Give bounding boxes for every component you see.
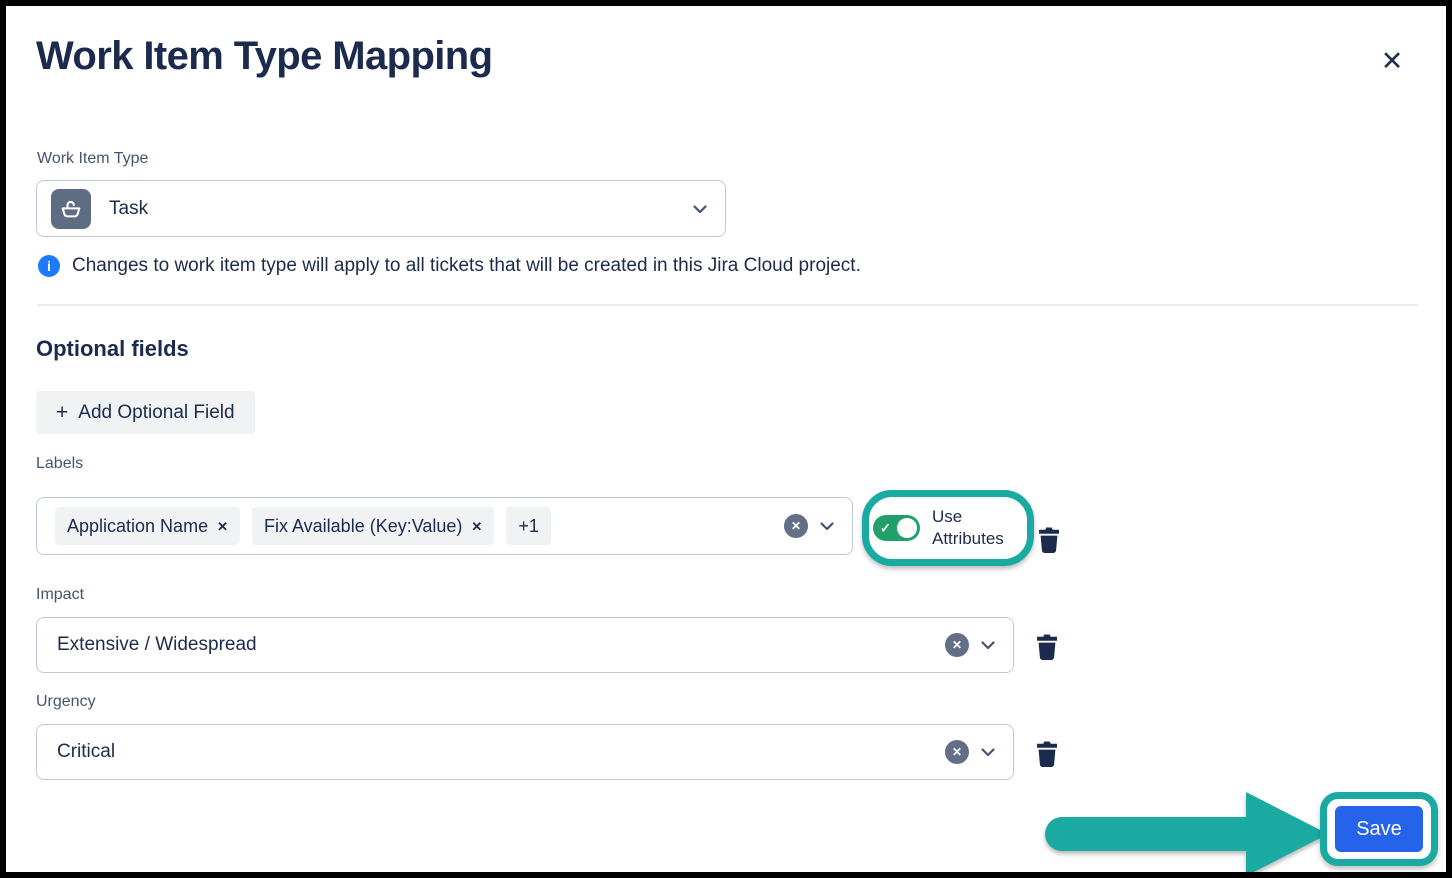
trash-icon [1037, 527, 1061, 554]
close-icon: ✕ [1381, 48, 1404, 75]
optional-fields-heading: Optional fields [36, 336, 189, 362]
trash-icon [1035, 634, 1059, 661]
info-banner: i Changes to work item type will apply t… [38, 255, 1138, 277]
plus-icon: + [56, 402, 68, 423]
close-button[interactable]: ✕ [1376, 45, 1408, 77]
urgency-value: Critical [57, 741, 115, 763]
chevron-down-icon [818, 517, 836, 535]
save-annotation-ring: Save [1320, 792, 1438, 866]
impact-select[interactable]: Extensive / Widespread ✕ [36, 617, 1014, 673]
label-chip-text: Fix Available (Key:Value) [264, 516, 462, 537]
save-button[interactable]: Save [1335, 806, 1423, 852]
use-attributes-toggle[interactable]: ✓ [873, 515, 920, 541]
use-attributes-label: Use Attributes [932, 506, 1004, 550]
chevron-down-icon [979, 636, 997, 654]
label-chip: Fix Available (Key:Value) ✕ [252, 507, 494, 545]
work-item-type-select[interactable]: Task [36, 180, 726, 237]
delete-labels-field-button[interactable] [1037, 527, 1061, 554]
impact-value: Extensive / Widespread [57, 634, 257, 656]
trash-icon [1035, 741, 1059, 768]
label-chip-overflow: +1 [506, 507, 551, 545]
label-chip-text: Application Name [67, 516, 208, 537]
chevron-down-icon [979, 743, 997, 761]
clear-selection-icon[interactable]: ✕ [945, 633, 969, 657]
check-icon: ✓ [880, 522, 891, 535]
labels-field-label: Labels [36, 455, 83, 473]
add-optional-field-label: Add Optional Field [78, 402, 234, 424]
task-type-icon [51, 189, 91, 229]
add-optional-field-button[interactable]: + Add Optional Field [36, 391, 255, 434]
urgency-field-label: Urgency [36, 693, 96, 711]
delete-urgency-field-button[interactable] [1035, 741, 1059, 768]
chip-remove-icon[interactable]: ✕ [471, 520, 482, 533]
urgency-select[interactable]: Critical ✕ [36, 724, 1014, 780]
chip-remove-icon[interactable]: ✕ [217, 520, 228, 533]
info-banner-text: Changes to work item type will apply to … [72, 255, 861, 277]
labels-multiselect[interactable]: Application Name ✕ Fix Available (Key:Va… [36, 497, 853, 555]
clear-selection-icon[interactable]: ✕ [784, 514, 808, 538]
section-divider [37, 304, 1418, 306]
chevron-down-icon [691, 200, 709, 218]
work-item-type-label: Work Item Type [37, 150, 148, 168]
page-title: Work Item Type Mapping [36, 34, 492, 79]
info-icon: i [38, 255, 60, 277]
arrow-annotation [1044, 786, 1334, 878]
save-button-label: Save [1356, 818, 1402, 840]
work-item-type-mapping-modal: Work Item Type Mapping ✕ Work Item Type … [0, 0, 1452, 878]
toggle-knob [897, 518, 917, 538]
delete-impact-field-button[interactable] [1035, 634, 1059, 661]
use-attributes-annotation-ring: ✓ Use Attributes [862, 490, 1034, 566]
label-chip-text: +1 [518, 516, 539, 537]
label-chip: Application Name ✕ [55, 507, 240, 545]
clear-selection-icon[interactable]: ✕ [945, 740, 969, 764]
work-item-type-value: Task [109, 198, 148, 220]
impact-field-label: Impact [36, 586, 84, 604]
